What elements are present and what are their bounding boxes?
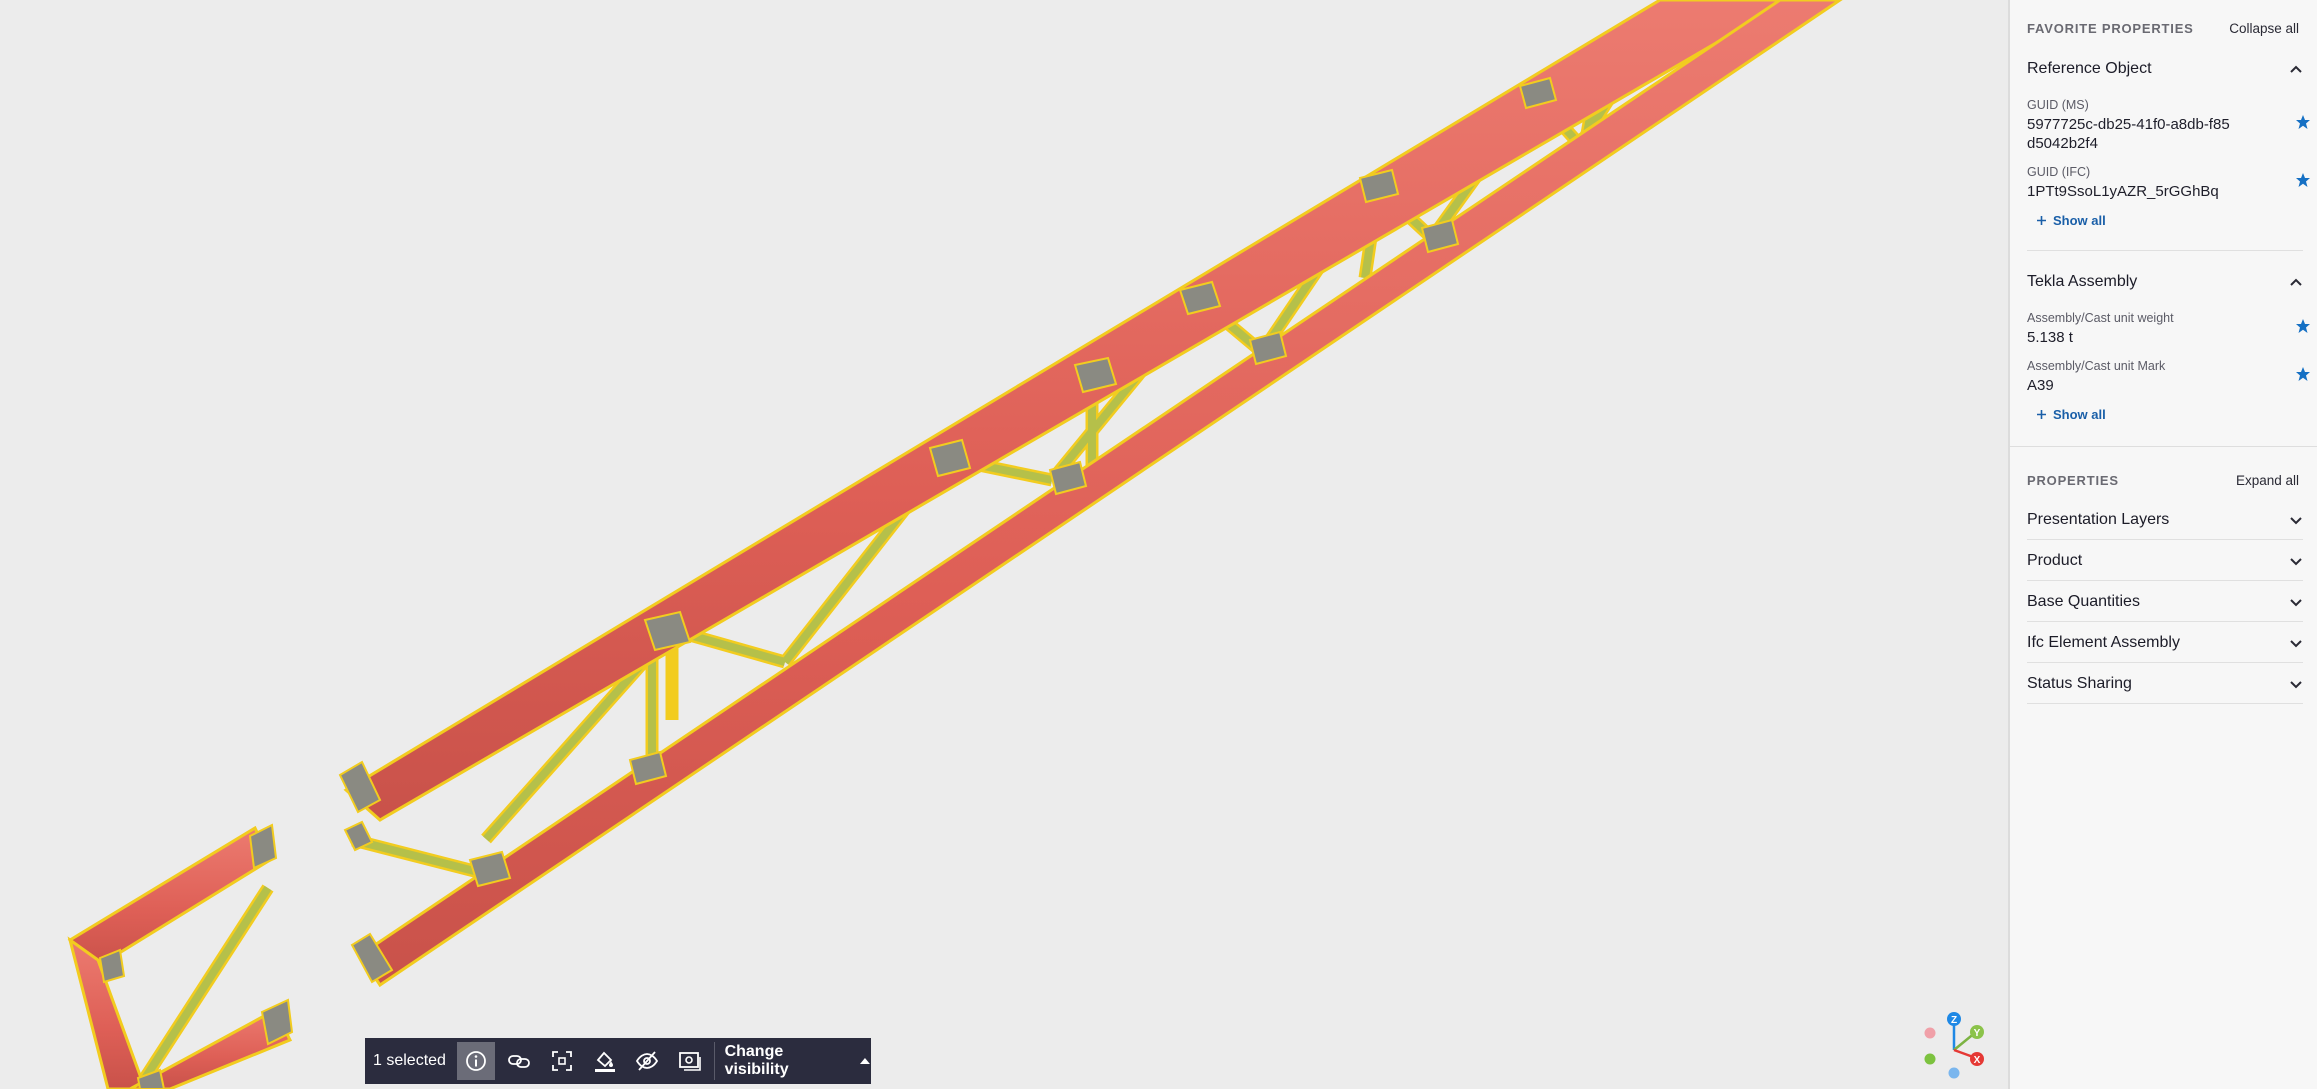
link-icon: [507, 1055, 530, 1068]
group-status-sharing[interactable]: Status Sharing: [2027, 670, 2303, 698]
z-axis-label: Z: [1951, 1015, 1957, 1026]
property-assembly-weight: Assembly/Cast unit weight 5.138 t: [2027, 311, 2303, 347]
negative-x-axis[interactable]: [1924, 1027, 1936, 1039]
plus-icon: [2037, 216, 2046, 225]
star-icon[interactable]: [2295, 366, 2311, 382]
property-guid-ifc: GUID (IFC) 1PTt9SsoL1yAZR_5rGGhBq: [2027, 165, 2303, 201]
property-label: GUID (IFC): [2027, 165, 2091, 179]
property-label: GUID (MS): [2027, 98, 2089, 112]
property-assembly-mark: Assembly/Cast unit Mark A39: [2027, 359, 2303, 395]
selection-toolbar: 1 selected Change visibility: [365, 1038, 871, 1084]
group-title: Base Quantities: [2027, 593, 2140, 610]
info-icon: [466, 1051, 486, 1071]
paint-bucket-icon: [594, 1051, 615, 1072]
divider: [2027, 662, 2303, 663]
chevron-down-icon: [2290, 558, 2302, 566]
property-label: Assembly/Cast unit weight: [2027, 311, 2174, 325]
group-title: Reference Object: [2027, 60, 2152, 77]
isolate-button[interactable]: [671, 1042, 710, 1080]
negative-y-axis[interactable]: [1924, 1053, 1936, 1065]
chevron-down-icon: [2290, 681, 2302, 689]
property-value: 1PTt9SsoL1yAZR_5rGGhBq: [2027, 183, 2219, 200]
chevron-down-icon: [2290, 640, 2302, 648]
divider: [2027, 539, 2303, 540]
show-all-tekla-assembly[interactable]: Show all: [2036, 407, 2106, 422]
group-product[interactable]: Product: [2027, 547, 2303, 575]
group-presentation-layers[interactable]: Presentation Layers: [2027, 506, 2303, 534]
properties-title: PROPERTIES: [2027, 472, 2119, 488]
divider: [2027, 250, 2303, 251]
chevron-up-icon: [2290, 278, 2302, 286]
group-title: Ifc Element Assembly: [2027, 634, 2180, 651]
isolate-icon: [679, 1052, 701, 1071]
divider: [2027, 621, 2303, 622]
property-value: 5977725c-db25-41f0-a8db-f85d5042b2f4: [2027, 116, 2230, 152]
expand-all-button[interactable]: Expand all: [2236, 473, 2299, 488]
group-title: Product: [2027, 552, 2083, 569]
star-icon[interactable]: [2295, 172, 2311, 188]
properties-panel: FAVORITE PROPERTIES Collapse all Referen…: [2008, 0, 2317, 1089]
divider: [2027, 580, 2303, 581]
hide-button[interactable]: [628, 1042, 667, 1080]
divider: [2027, 703, 2303, 704]
property-label: Assembly/Cast unit Mark: [2027, 359, 2166, 373]
properties-header: PROPERTIES Expand all: [2027, 470, 2299, 490]
axis-gizmo[interactable]: Z Y X: [1918, 1006, 1990, 1082]
selection-count: 1 selected: [373, 1052, 446, 1069]
favorite-properties-title: FAVORITE PROPERTIES: [2027, 20, 2194, 36]
group-reference-object[interactable]: Reference Object: [2027, 55, 2303, 83]
property-guid-ms: GUID (MS) 5977725c-db25-41f0-a8db-f85d50…: [2027, 98, 2303, 153]
property-value: 5.138 t: [2027, 329, 2073, 346]
caret-up-icon: [860, 1058, 871, 1064]
info-button[interactable]: [456, 1042, 496, 1080]
collapse-all-button[interactable]: Collapse all: [2229, 21, 2299, 36]
group-base-quantities[interactable]: Base Quantities: [2027, 588, 2303, 616]
star-icon[interactable]: [2295, 318, 2311, 334]
link-button[interactable]: [499, 1042, 538, 1080]
chord-members: [67, 0, 1843, 1089]
section-divider: [2010, 446, 2317, 447]
fit-to-view-button[interactable]: [542, 1042, 581, 1080]
group-title: Presentation Layers: [2027, 511, 2170, 528]
x-axis-label: X: [1974, 1055, 1981, 1066]
change-visibility-label: Change visibility: [724, 1043, 789, 1078]
y-axis-label: Y: [1974, 1028, 1981, 1039]
hide-icon: [636, 1051, 659, 1071]
show-all-reference-object[interactable]: Show all: [2036, 213, 2106, 228]
truss-model[interactable]: [0, 0, 2008, 1089]
favorite-properties-header: FAVORITE PROPERTIES Collapse all: [2027, 18, 2299, 38]
property-value: A39: [2027, 377, 2054, 394]
fit-to-view-icon: [551, 1051, 572, 1071]
chevron-up-icon: [2290, 65, 2302, 73]
plus-icon: [2037, 410, 2046, 419]
model-viewport[interactable]: [0, 0, 2008, 1089]
change-visibility-button[interactable]: Change visibility: [721, 1043, 871, 1079]
chevron-down-icon: [2290, 599, 2302, 607]
show-all-label: Show all: [2053, 407, 2106, 422]
show-all-label: Show all: [2053, 213, 2106, 228]
group-tekla-assembly[interactable]: Tekla Assembly: [2027, 268, 2303, 296]
star-icon[interactable]: [2295, 114, 2311, 130]
chevron-down-icon: [2290, 517, 2302, 525]
group-title: Tekla Assembly: [2027, 273, 2138, 290]
group-title: Status Sharing: [2027, 675, 2132, 692]
group-ifc-element-assembly[interactable]: Ifc Element Assembly: [2027, 629, 2303, 657]
toolbar-separator: [713, 1042, 715, 1080]
negative-z-axis[interactable]: [1948, 1067, 1960, 1079]
paint-button[interactable]: [585, 1042, 624, 1080]
